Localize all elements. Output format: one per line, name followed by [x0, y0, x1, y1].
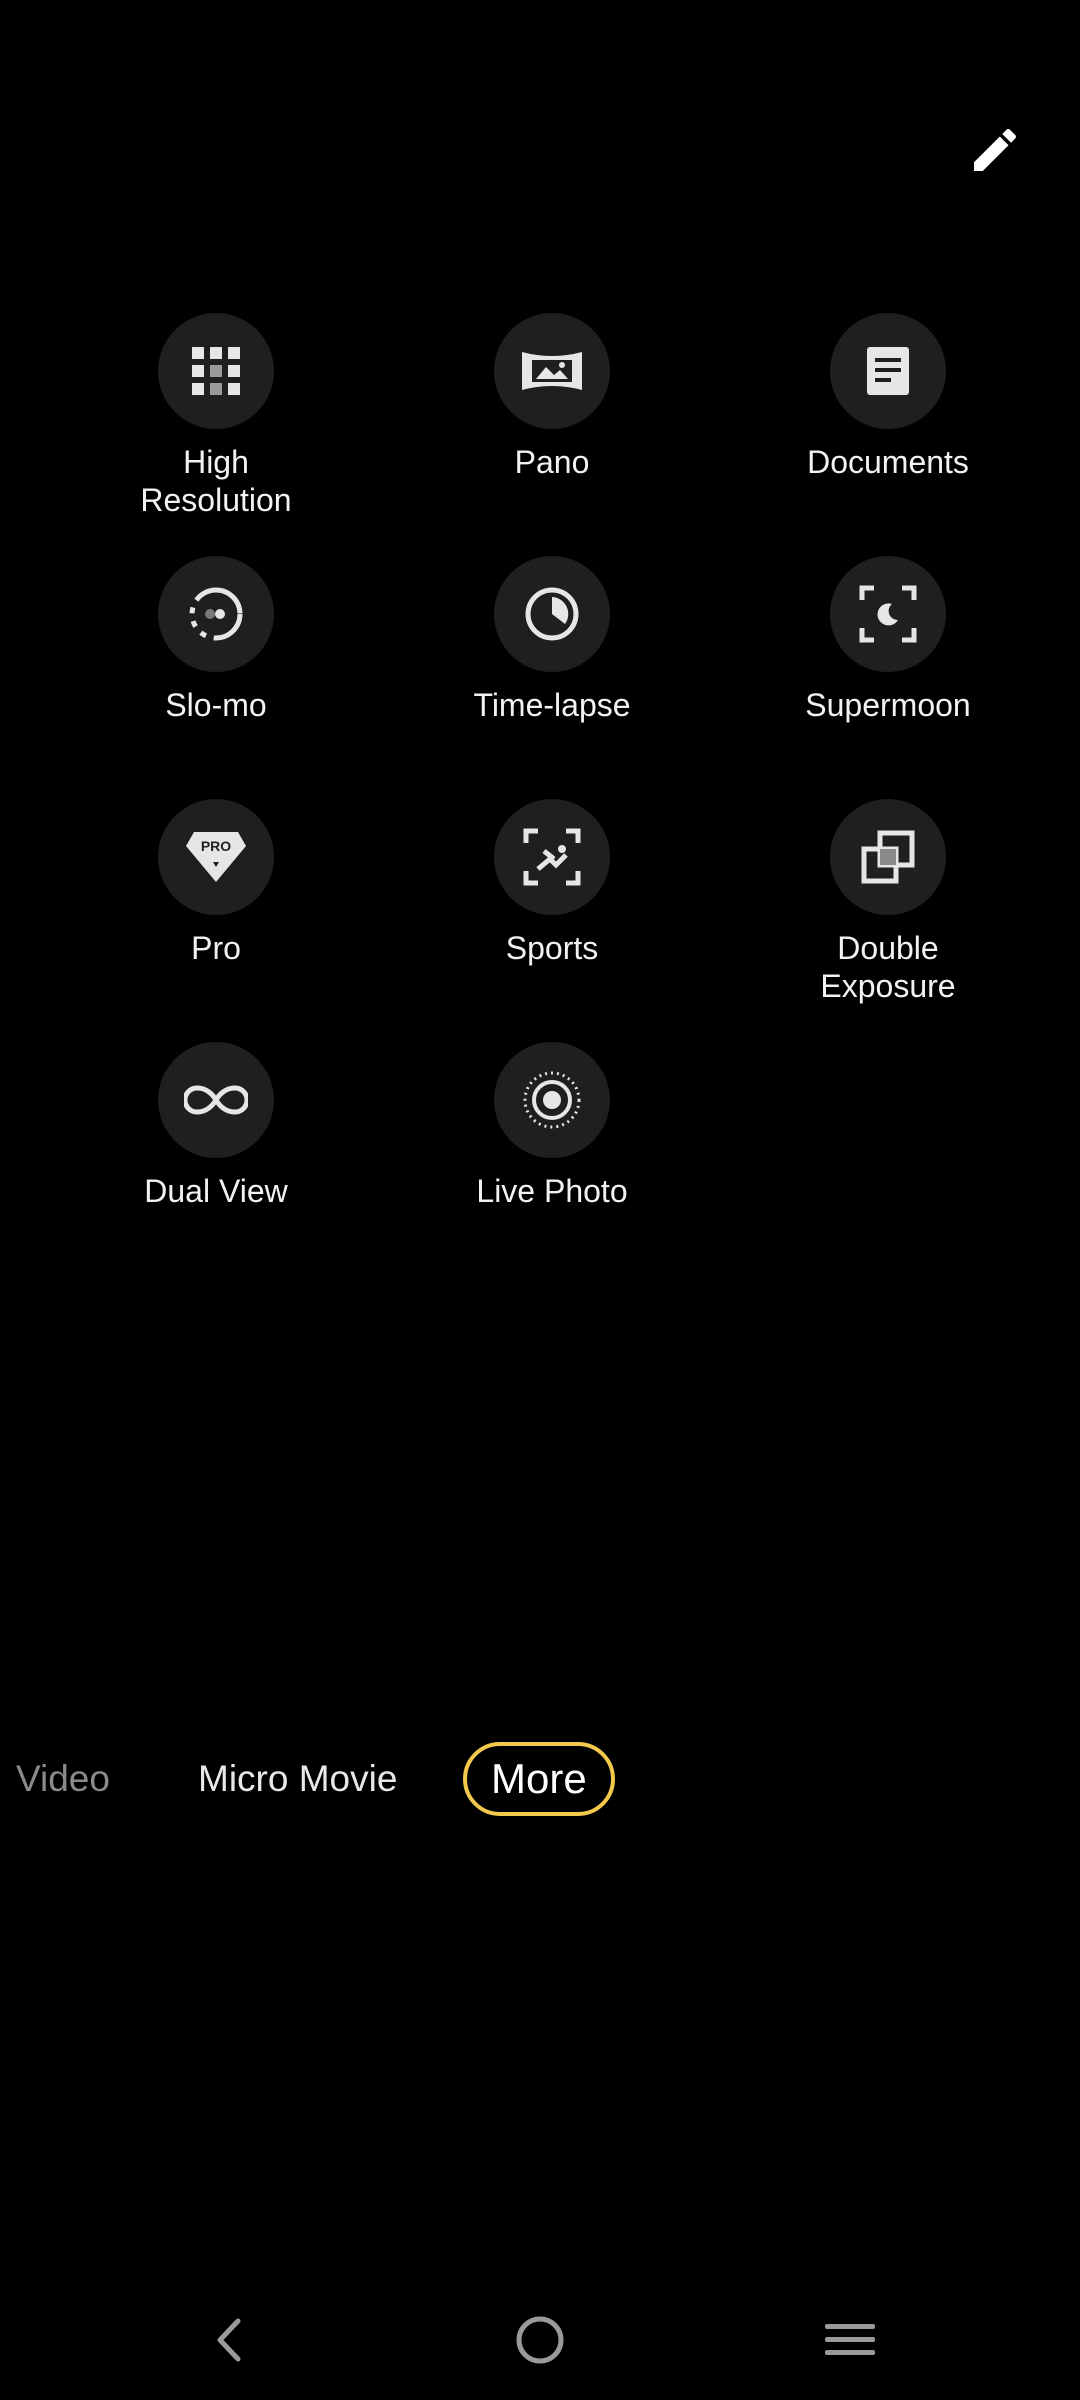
- tab-video[interactable]: Video: [16, 1742, 110, 1816]
- mode-icon-circle: [494, 556, 610, 672]
- mode-label: Sports: [505, 930, 599, 966]
- mode-sports[interactable]: Sports: [402, 799, 702, 967]
- mode-documents[interactable]: Documents: [738, 313, 1038, 481]
- mode-label: Documents: [807, 444, 969, 480]
- mode-icon-circle: [830, 556, 946, 672]
- mode-pro[interactable]: PRO Pro: [66, 799, 366, 967]
- mode-icon-circle: [830, 313, 946, 429]
- tab-micro-movie[interactable]: Micro Movie: [198, 1742, 397, 1816]
- mode-supermoon[interactable]: Supermoon: [738, 556, 1038, 724]
- menu-icon: [825, 2324, 875, 2355]
- tab-more[interactable]: More: [463, 1742, 615, 1816]
- mode-icon-circle: [830, 799, 946, 915]
- panorama-icon: [522, 352, 582, 390]
- back-button[interactable]: [178, 2290, 278, 2390]
- back-chevron-icon: [217, 2318, 241, 2362]
- mode-icon-circle: [158, 313, 274, 429]
- mode-grid: High Resolution Pano Documents Slo-mo Ti…: [0, 0, 1080, 1300]
- mode-icon-circle: [494, 1042, 610, 1158]
- mode-icon-circle: [158, 1042, 274, 1158]
- menu-button[interactable]: [800, 2290, 900, 2390]
- mode-label: Dual View: [144, 1173, 288, 1209]
- mode-icon-circle: PRO: [158, 799, 274, 915]
- infinity-icon: [184, 1085, 248, 1115]
- system-nav-bar: [0, 2290, 1080, 2390]
- mode-label: High Resolution: [140, 444, 292, 518]
- mode-icon-circle: [494, 799, 610, 915]
- mode-label: Live Photo: [476, 1173, 628, 1209]
- mode-icon-circle: [494, 313, 610, 429]
- mode-live-photo[interactable]: Live Photo: [402, 1042, 702, 1210]
- mode-label: Time-lapse: [473, 687, 631, 723]
- home-button[interactable]: [490, 2290, 590, 2390]
- document-icon: [867, 347, 909, 395]
- mode-dual-view[interactable]: Dual View: [66, 1042, 366, 1210]
- svg-text:PRO: PRO: [201, 838, 231, 854]
- mode-label: Supermoon: [805, 687, 971, 723]
- mode-label: Pro: [191, 930, 241, 966]
- slowmo-icon: [189, 587, 243, 641]
- mode-label: Slo-mo: [165, 687, 267, 723]
- live-photo-icon: [523, 1071, 581, 1129]
- mode-double-exposure[interactable]: Double Exposure: [738, 799, 1038, 1005]
- mode-pano[interactable]: Pano: [402, 313, 702, 481]
- mode-label: Double Exposure: [820, 930, 956, 1004]
- grid-icon: [192, 347, 240, 395]
- mode-icon-circle: [158, 556, 274, 672]
- mode-slo-mo[interactable]: Slo-mo: [66, 556, 366, 724]
- sports-focus-icon: [523, 828, 581, 886]
- pro-diamond-icon: PRO: [186, 832, 246, 882]
- mode-high-resolution[interactable]: High Resolution: [66, 313, 366, 519]
- clock-icon: [525, 587, 579, 641]
- camera-mode-bar: Video Micro Movie More: [0, 1742, 1080, 1822]
- moon-focus-icon: [859, 585, 917, 643]
- camera-more-modes-screen: High Resolution Pano Documents Slo-mo Ti…: [0, 0, 1080, 2400]
- double-exposure-icon: [861, 830, 915, 884]
- mode-time-lapse[interactable]: Time-lapse: [402, 556, 702, 724]
- home-circle-icon: [516, 2316, 564, 2364]
- mode-label: Pano: [514, 444, 590, 480]
